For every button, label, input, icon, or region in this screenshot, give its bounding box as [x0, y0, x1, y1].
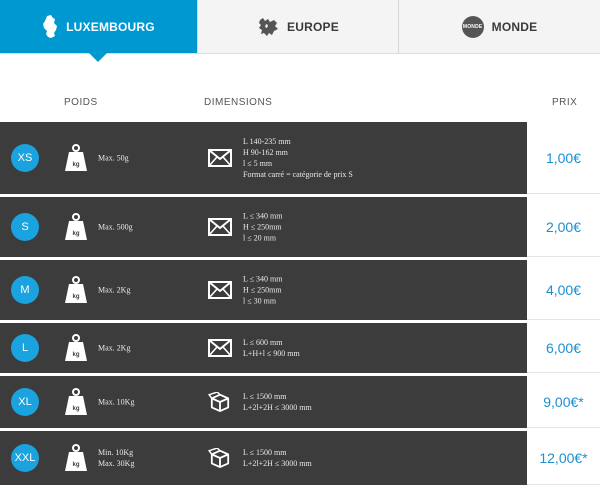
weight-text: Max. 2Kg	[98, 343, 130, 354]
dimensions-text: L ≤ 1500 mm L+2l+2H ≤ 3000 mm	[243, 447, 312, 469]
weight-text: Max. 50g	[98, 153, 129, 164]
dimension-line: L+H+l ≤ 900 mm	[243, 349, 300, 358]
row-details: XXL kg Min. 10Kg Max. 30Kg L ≤ 1500 mm L+2l+2…	[0, 431, 527, 485]
weight-icon-label: kg	[72, 406, 79, 412]
weight-icon-label: kg	[72, 294, 79, 300]
tab-europe[interactable]: EUROPE	[198, 0, 399, 53]
weight-kg-icon: kg	[65, 444, 87, 471]
weight-line: Max. 500g	[98, 222, 133, 232]
europe-map-icon	[257, 16, 279, 38]
dimension-line: l ≤ 5 mm	[243, 159, 273, 168]
monde-badge-icon: MONDE	[461, 15, 484, 38]
weight-icon-label: kg	[72, 462, 79, 468]
weight-line: Max. 30Kg	[98, 459, 135, 468]
dimension-line: L+2l+2H ≤ 3000 mm	[243, 459, 312, 468]
envelope-icon	[208, 218, 232, 236]
weight-kg-icon: kg	[65, 276, 87, 303]
price-value: 12,00€*	[527, 431, 600, 485]
weight-icon-label: kg	[72, 231, 79, 237]
dimensions-text: L ≤ 1500 mm L+2l+2H ≤ 3000 mm	[243, 391, 312, 413]
table-row: Skg Max. 500g L ≤ 340 mm H ≤ 250mm l ≤ 20 mm…	[0, 197, 600, 257]
dimension-line: L ≤ 1500 mm	[243, 448, 287, 457]
dimension-line: L 140-235 mm	[243, 137, 291, 146]
tab-bar: LUXEMBOURG EUROPE MONDE MONDE	[0, 0, 600, 62]
dimension-line: Format carré = catégorie de prix S	[243, 170, 353, 179]
column-header-prix: PRIX	[552, 97, 578, 108]
size-badge: L	[11, 334, 39, 362]
price-value: 6,00€	[527, 323, 600, 373]
weight-kg-icon: kg	[65, 144, 87, 171]
dimension-line: H ≤ 250mm	[243, 285, 282, 295]
dimension-line: L ≤ 600 mm	[243, 338, 283, 347]
column-header-poids: POIDS	[64, 97, 98, 108]
weight-kg-icon: kg	[65, 388, 87, 415]
weight-line: Max. 2Kg	[98, 285, 131, 295]
dimension-line: H ≤ 250mm	[243, 222, 282, 232]
weight-text: Max. 10Kg	[98, 397, 134, 408]
tab-luxembourg-label: LUXEMBOURG	[66, 19, 155, 34]
table-row: XL kg Max. 10Kg L ≤ 1500 mm L+2l+2H ≤ 3000 m…	[0, 376, 600, 428]
size-badge: S	[11, 213, 39, 241]
table-row: Lkg Max. 2Kg L ≤ 600 mm L+H+l ≤ 900 mm 6,00€	[0, 323, 600, 373]
envelope-icon	[208, 149, 232, 167]
tab-monde-label: MONDE	[491, 19, 538, 34]
envelope-icon	[208, 281, 232, 299]
size-badge: XL	[11, 388, 39, 416]
size-badge: XS	[11, 144, 39, 172]
package-icon	[208, 392, 230, 412]
table-row: Mkg Max. 2Kg L ≤ 340 mm H ≤ 250mm l ≤ 30 mm 4…	[0, 260, 600, 320]
tab-monde[interactable]: MONDE MONDE	[399, 0, 600, 53]
dimensions-text: L ≤ 340 mm H ≤ 250mm l ≤ 30 mm	[243, 274, 282, 307]
envelope-icon	[208, 339, 232, 357]
dimension-line: L ≤ 1500 mm	[243, 392, 287, 401]
dimensions-text: L 140-235 mm H 90-162 mm l ≤ 5 mm Format ca…	[243, 136, 353, 180]
row-details: Lkg Max. 2Kg L ≤ 600 mm L+H+l ≤ 900 mm	[0, 323, 527, 373]
tab-europe-label: EUROPE	[287, 19, 339, 34]
weight-line: Min. 10Kg	[98, 448, 134, 457]
weight-text: Min. 10Kg Max. 30Kg	[98, 447, 134, 469]
weight-kg-icon: kg	[65, 334, 87, 361]
dimensions-text: L ≤ 340 mm H ≤ 250mm l ≤ 20 mm	[243, 211, 282, 244]
row-details: Mkg Max. 2Kg L ≤ 340 mm H ≤ 250mm l ≤ 30 mm	[0, 260, 527, 320]
table-row: XXL kg Min. 10Kg Max. 30Kg L ≤ 1500 mm L+2l+2…	[0, 431, 600, 485]
weight-text: Max. 500g	[98, 222, 133, 233]
monde-badge: MONDE	[461, 15, 484, 38]
tab-luxembourg[interactable]: LUXEMBOURG	[0, 0, 198, 62]
size-badge: M	[11, 276, 39, 304]
size-badge: XXL	[11, 444, 39, 472]
price-value: 9,00€*	[527, 376, 600, 428]
price-value: 2,00€	[527, 197, 600, 257]
weight-kg-icon: kg	[65, 213, 87, 240]
weight-text: Max. 2Kg	[98, 285, 130, 296]
row-details: XL kg Max. 10Kg L ≤ 1500 mm L+2l+2H ≤ 3000 m…	[0, 376, 527, 428]
dimension-line: H 90-162 mm	[243, 148, 288, 157]
row-details: Skg Max. 500g L ≤ 340 mm H ≤ 250mm l ≤ 20 mm	[0, 197, 527, 257]
row-details: XS kg Max. 50g L 140-235 mm H 90-162 mm l ≤ 5…	[0, 122, 527, 194]
column-header-dimensions: DIMENSIONS	[204, 97, 273, 108]
dimension-line: L ≤ 340 mm	[243, 274, 283, 284]
weight-line: Max. 2Kg	[98, 343, 131, 353]
table-row: XS kg Max. 50g L 140-235 mm H 90-162 mm l ≤ 5…	[0, 122, 600, 194]
package-icon	[208, 448, 230, 468]
weight-line: Max. 10Kg	[98, 397, 135, 407]
dimension-line: L ≤ 340 mm	[243, 211, 283, 221]
weight-line: Max. 50g	[98, 153, 129, 163]
dimension-line: l ≤ 30 mm	[243, 296, 277, 306]
weight-icon-label: kg	[72, 162, 79, 168]
price-value: 4,00€	[527, 260, 600, 320]
dimensions-text: L ≤ 600 mm L+H+l ≤ 900 mm	[243, 337, 300, 359]
weight-icon-label: kg	[72, 352, 79, 358]
price-value: 1,00€	[527, 122, 600, 194]
dimension-line: L+2l+2H ≤ 3000 mm	[243, 403, 312, 412]
luxembourg-map-icon	[42, 14, 58, 39]
dimension-line: l ≤ 20 mm	[243, 233, 277, 243]
